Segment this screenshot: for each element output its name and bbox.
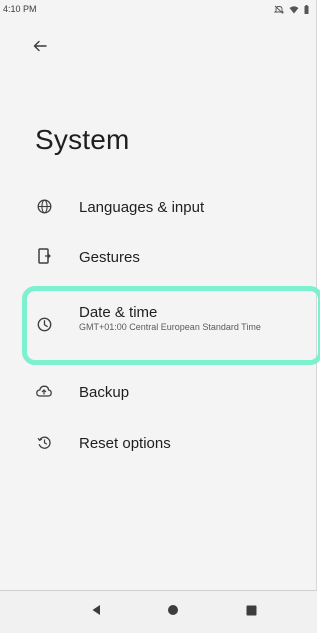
home-circle-icon bbox=[167, 603, 179, 621]
settings-item-backup[interactable]: Backup bbox=[0, 379, 317, 409]
recents-square-icon bbox=[246, 603, 257, 621]
nav-recents-button[interactable] bbox=[238, 599, 264, 625]
item-summary: GMT+01:00 Central European Standard Time bbox=[79, 322, 261, 332]
back-button[interactable] bbox=[28, 36, 52, 60]
phone-screen: 4:10 PM System Languages & input Gesture… bbox=[0, 0, 320, 633]
item-label: Languages & input bbox=[79, 199, 205, 216]
status-bar: 4:10 PM bbox=[0, 0, 317, 18]
silent-icon bbox=[274, 5, 284, 14]
settings-item-languages-input[interactable]: Languages & input bbox=[0, 194, 317, 224]
settings-item-reset-options[interactable]: Reset options bbox=[0, 430, 317, 460]
status-time: 4:10 PM bbox=[3, 4, 37, 14]
nav-back-button[interactable] bbox=[83, 599, 109, 625]
page-title: System bbox=[35, 124, 130, 155]
status-icons bbox=[274, 5, 309, 14]
back-arrow-icon bbox=[33, 39, 47, 57]
history-icon bbox=[35, 433, 53, 451]
globe-icon bbox=[35, 197, 53, 215]
navigation-bar bbox=[0, 590, 317, 633]
back-triangle-icon bbox=[91, 603, 101, 621]
clock-icon bbox=[35, 315, 53, 333]
item-label: Date & time bbox=[79, 304, 158, 321]
battery-icon bbox=[304, 5, 309, 14]
item-label: Reset options bbox=[79, 435, 171, 452]
gestures-phone-icon bbox=[35, 247, 53, 265]
item-label: Backup bbox=[79, 384, 130, 401]
nav-home-button[interactable] bbox=[160, 599, 186, 625]
cloud-upload-icon bbox=[35, 382, 53, 400]
wifi-icon bbox=[289, 5, 299, 14]
settings-item-date-time[interactable]: Date & time GMT+01:00 Central European S… bbox=[0, 296, 317, 358]
settings-item-gestures[interactable]: Gestures bbox=[0, 244, 317, 274]
item-label: Gestures bbox=[79, 249, 140, 266]
